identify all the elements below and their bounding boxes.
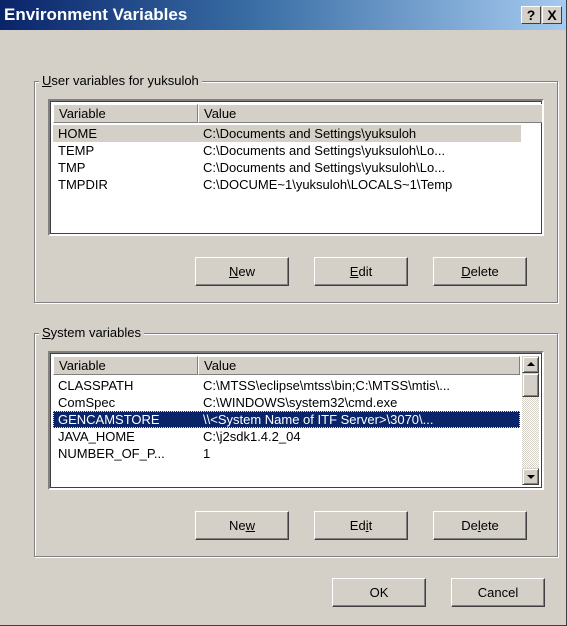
user-new-button[interactable]: New xyxy=(195,257,289,286)
variable-name: CLASSPATH xyxy=(58,378,134,393)
scroll-thumb[interactable] xyxy=(522,373,539,397)
user-list-header: Variable Value xyxy=(53,104,542,123)
column-header-value[interactable]: Value xyxy=(198,104,542,123)
system-new-button[interactable]: New xyxy=(195,511,289,540)
variable-value: C:\WINDOWS\system32\cmd.exe xyxy=(203,395,398,410)
user-edit-button[interactable]: Edit xyxy=(314,257,408,286)
variable-name: TEMP xyxy=(58,143,95,158)
variable-value: C:\Documents and Settings\yuksuloh\Lo... xyxy=(203,160,446,175)
variable-value: C:\DOCUME~1\yuksuloh\LOCALS~1\Temp xyxy=(203,177,453,192)
window-title: Environment Variables xyxy=(4,5,188,24)
system-variables-group: System variables Variable Value CLASSPAT… xyxy=(34,325,558,557)
ok-button[interactable]: OK xyxy=(332,578,426,607)
variable-name: TMPDIR xyxy=(58,177,108,192)
variable-name: JAVA_HOME xyxy=(58,429,135,444)
user-variables-legend: User variables for yuksuloh xyxy=(39,73,202,89)
variable-value: 1 xyxy=(203,446,211,461)
table-row-selected[interactable]: GENCAMSTORE \\<System Name of ITF Server… xyxy=(53,411,520,428)
variable-name: HOME xyxy=(58,126,97,141)
variable-value: \\<System Name of ITF Server>\3070\... xyxy=(203,412,434,427)
user-variables-group: User variables for yuksuloh Variable Val… xyxy=(34,73,558,303)
variable-name: TMP xyxy=(58,160,86,175)
title-bar[interactable]: Environment Variables ? X xyxy=(0,0,566,30)
system-edit-button[interactable]: Edit xyxy=(314,511,408,540)
column-header-value[interactable]: Value xyxy=(198,356,520,375)
variable-name: GENCAMSTORE xyxy=(58,412,160,427)
variable-value: C:\Documents and Settings\yuksuloh xyxy=(203,126,417,141)
column-header-variable[interactable]: Variable xyxy=(53,356,198,375)
variable-name: ComSpec xyxy=(58,395,116,410)
table-row[interactable]: ComSpec C:\WINDOWS\system32\cmd.exe xyxy=(53,394,520,411)
user-variables-list[interactable]: Variable Value HOME C:\Documents and Set… xyxy=(48,99,544,236)
variable-value: C:\MTSS\eclipse\mtss\bin;C:\MTSS\mtis\..… xyxy=(203,378,451,393)
column-header-variable[interactable]: Variable xyxy=(53,104,198,123)
system-variables-legend: System variables xyxy=(39,325,144,341)
system-variables-list[interactable]: Variable Value CLASSPATH C:\MTSS\eclipse… xyxy=(48,351,544,490)
system-delete-button[interactable]: Delete xyxy=(433,511,527,540)
table-row[interactable]: CLASSPATH C:\MTSS\eclipse\mtss\bin;C:\MT… xyxy=(53,377,520,394)
user-delete-button[interactable]: Delete xyxy=(433,257,527,286)
environment-variables-dialog: Environment Variables ? X User variables… xyxy=(0,0,567,626)
system-list-header: Variable Value xyxy=(53,356,520,375)
arrow-up-icon xyxy=(527,362,535,366)
scroll-up-button[interactable] xyxy=(522,356,539,373)
table-row[interactable]: TMPDIR C:\DOCUME~1\yuksuloh\LOCALS~1\Tem… xyxy=(53,176,521,193)
arrow-down-icon xyxy=(527,475,535,479)
table-row[interactable]: TEMP C:\Documents and Settings\yuksuloh\… xyxy=(53,142,521,159)
table-row[interactable]: TMP C:\Documents and Settings\yuksuloh\L… xyxy=(53,159,521,176)
variable-name: NUMBER_OF_P... xyxy=(58,446,165,461)
close-button[interactable]: X xyxy=(542,6,562,24)
table-row[interactable]: JAVA_HOME C:\j2sdk1.4.2_04 xyxy=(53,428,520,445)
help-button[interactable]: ? xyxy=(521,6,541,24)
variable-value: C:\j2sdk1.4.2_04 xyxy=(203,429,301,444)
table-row[interactable]: HOME C:\Documents and Settings\yuksuloh xyxy=(53,125,521,142)
cancel-button[interactable]: Cancel xyxy=(451,578,545,607)
vertical-scrollbar[interactable] xyxy=(522,356,539,485)
variable-value: C:\Documents and Settings\yuksuloh\Lo... xyxy=(203,143,446,158)
scroll-down-button[interactable] xyxy=(522,468,539,485)
table-row[interactable]: NUMBER_OF_P... 1 xyxy=(53,445,520,462)
